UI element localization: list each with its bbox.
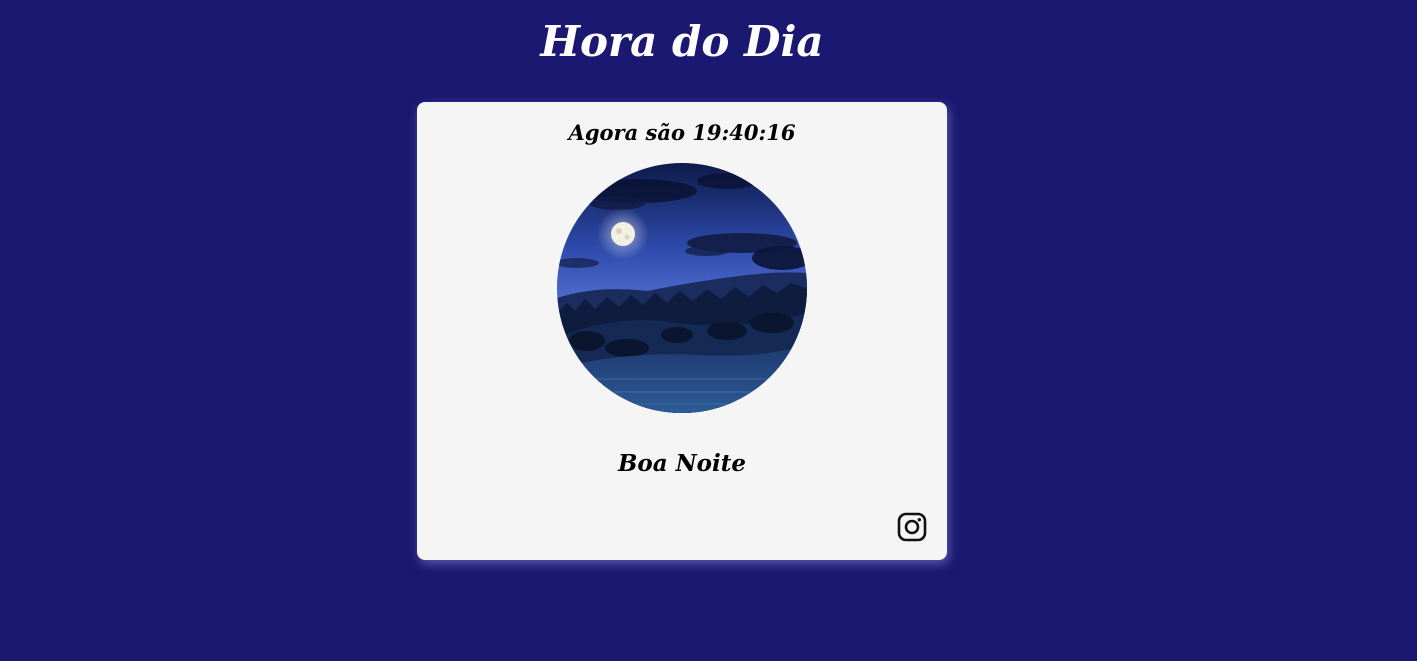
current-time-text: Agora são 19:40:16: [417, 118, 947, 148]
page-title: Hora do Dia: [540, 17, 824, 66]
time-prefix: Agora são: [568, 120, 685, 145]
instagram-icon[interactable]: [897, 512, 927, 542]
greeting-text: Boa Noite: [617, 450, 747, 477]
night-landscape-image: [557, 163, 807, 413]
time-value: 19:40:16: [692, 120, 796, 145]
time-card: Agora são 19:40:16 Boa Noite: [417, 102, 947, 560]
